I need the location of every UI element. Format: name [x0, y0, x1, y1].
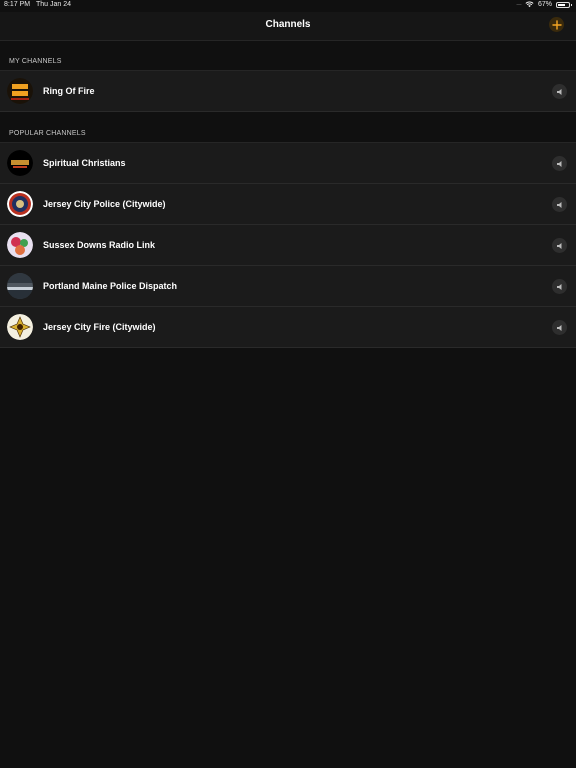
status-right: ····· 67% — [515, 1, 572, 8]
status-bar: 8:17 PM Thu Jan 24 ····· 67% — [0, 0, 576, 12]
speaker-icon — [556, 88, 561, 95]
play-audio-button[interactable] — [552, 279, 567, 294]
play-audio-button[interactable] — [552, 238, 567, 253]
speaker-icon — [556, 160, 561, 167]
channel-label: Portland Maine Police Dispatch — [43, 281, 178, 291]
channel-label: Jersey City Police (Citywide) — [43, 199, 166, 209]
my-channels-list: Ring Of Fire — [0, 70, 576, 112]
speaker-icon — [556, 324, 561, 331]
channel-label: Spiritual Christians — [43, 158, 126, 168]
channel-row[interactable]: Sussex Downs Radio Link — [0, 225, 576, 266]
section-header-my-channels: MY CHANNELS — [9, 58, 62, 65]
channel-row[interactable]: Ring Of Fire — [0, 71, 576, 112]
battery-fill — [558, 3, 565, 6]
city-skyline-icon — [7, 273, 33, 299]
section-header-popular-channels: POPULAR CHANNELS — [9, 130, 86, 137]
plus-icon — [551, 19, 562, 30]
status-time: 8:17 PM — [4, 1, 31, 8]
spiritual-christians-logo — [7, 150, 33, 176]
fire-badge-icon — [7, 314, 33, 340]
play-audio-button[interactable] — [552, 197, 567, 212]
battery-icon — [556, 1, 572, 8]
radio-link-icon — [7, 232, 33, 258]
channel-label: Sussex Downs Radio Link — [43, 240, 156, 250]
page-title: Channels — [265, 19, 311, 30]
channel-label: Ring Of Fire — [43, 86, 95, 96]
play-audio-button[interactable] — [552, 320, 567, 335]
channel-row[interactable]: Jersey City Police (Citywide) — [0, 184, 576, 225]
speaker-icon — [556, 201, 561, 208]
wifi-icon — [525, 1, 534, 8]
channel-row[interactable]: Portland Maine Police Dispatch — [0, 266, 576, 307]
police-badge-icon — [7, 191, 33, 217]
trivia-teasers-logo — [7, 78, 33, 104]
play-audio-button[interactable] — [552, 156, 567, 171]
speaker-icon — [556, 283, 561, 290]
status-date: Thu Jan 24 — [36, 1, 72, 8]
add-channel-button[interactable] — [549, 17, 564, 32]
popular-channels-list: Spiritual Christians Jersey City Police … — [0, 142, 576, 348]
channel-row[interactable]: Spiritual Christians — [0, 143, 576, 184]
battery-percent: 67% — [537, 1, 552, 8]
navigation-bar: Channels — [0, 12, 576, 41]
speaker-icon — [556, 242, 561, 249]
channel-label: Jersey City Fire (Citywide) — [43, 322, 156, 332]
channel-row[interactable]: Jersey City Fire (Citywide) — [0, 307, 576, 348]
cellular-icon: ····· — [515, 1, 522, 8]
play-audio-button[interactable] — [552, 84, 567, 99]
